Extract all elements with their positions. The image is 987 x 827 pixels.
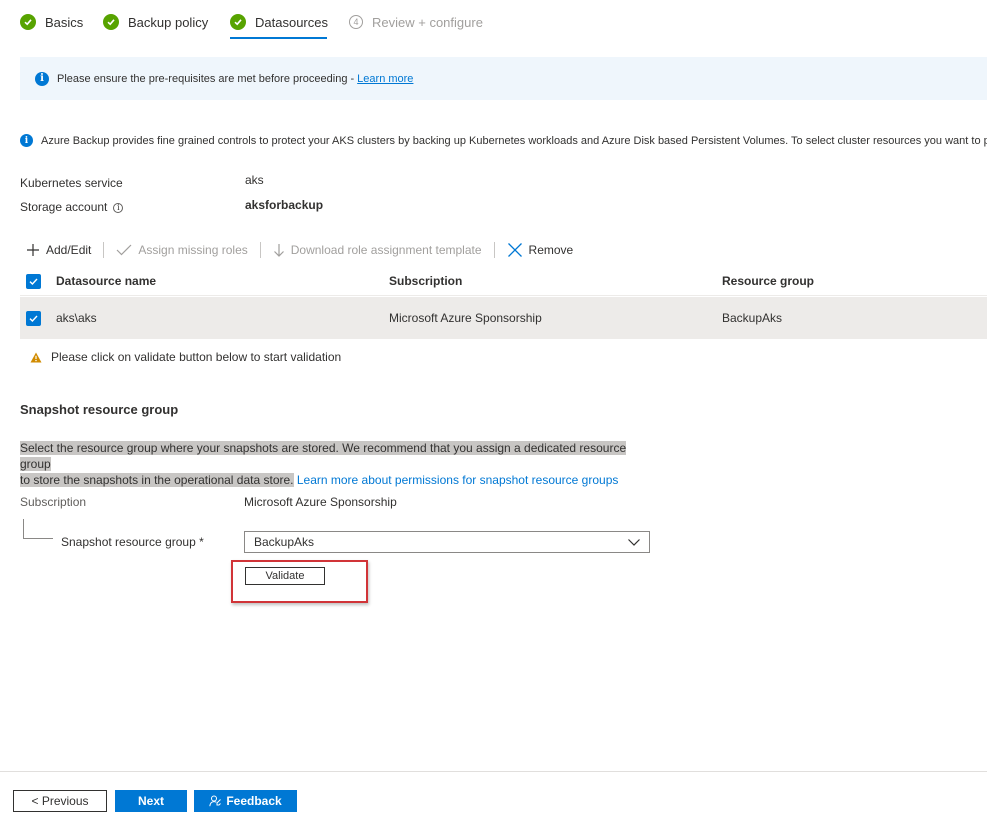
snapshot-rg-label: Snapshot resource group * [61,535,204,549]
info-icon: i [35,71,49,86]
check-circle-icon [20,14,36,30]
aks-info-text: i Azure Backup provides fine grained con… [20,134,987,147]
table-row[interactable]: aks\aks Microsoft Azure Sponsorship Back… [20,297,987,339]
active-step-indicator [230,37,327,39]
info-icon[interactable]: i [113,202,124,213]
banner-text: Please ensure the pre-requisites are met… [57,72,355,85]
section-title: Snapshot resource group [20,402,179,417]
check-circle-icon [103,14,119,30]
step-label: Review + configure [372,14,483,30]
storage-account-value: aksforbackup [245,198,324,212]
tree-connector [23,538,53,539]
column-header-subscription[interactable]: Subscription [389,274,462,288]
remove-label: Remove [528,243,574,257]
toolbar-divider [103,242,105,258]
remove-button[interactable]: Remove [507,242,574,258]
step-basics[interactable]: Basics [20,12,83,32]
select-all-checkbox[interactable] [26,273,41,289]
learn-more-permissions-link[interactable]: Learn more about permissions for snapsho… [297,473,619,487]
validation-warning: Please click on validate button below to… [30,350,341,364]
plus-icon [26,243,40,257]
prerequisite-banner: i Please ensure the pre-requisites are m… [20,57,987,100]
feedback-label: Feedback [226,794,282,808]
warning-icon [30,352,42,363]
download-template-label: Download role assignment template [290,243,482,257]
chevron-down-icon [627,535,641,552]
assign-missing-roles-button[interactable]: Assign missing roles [116,243,248,257]
toolbar-divider [259,242,261,258]
warning-text: Please click on validate button below to… [51,350,342,364]
validate-button[interactable]: Validate [245,567,325,585]
step-label: Basics [45,14,84,30]
datasource-toolbar: Add/Edit Assign missing roles Download r… [26,240,573,260]
step-datasources[interactable]: Datasources [230,12,328,32]
previous-button[interactable]: < Previous [13,790,107,812]
resource-group-cell: BackupAks [722,311,783,325]
check-circle-icon [230,14,246,30]
checkmark-icon [116,243,132,257]
subscription-label: Subscription [20,495,87,509]
column-header-datasource-name[interactable]: Datasource name [56,274,156,288]
step-review-configure: 4 Review + configure [349,12,483,32]
learn-more-link[interactable]: Learn more [357,73,413,85]
storage-account-label: Storage account i [20,200,124,214]
add-edit-label: Add/Edit [46,243,92,257]
description-line: Select the resource group where your sna… [20,441,627,471]
feedback-button[interactable]: Feedback [194,790,297,812]
column-header-resource-group[interactable]: Resource group [722,274,814,288]
step-label: Datasources [255,14,328,30]
info-icon: i [20,134,33,147]
step-number: 4 [349,15,363,29]
dropdown-selected-value: BackupAks [254,535,315,549]
snapshot-resource-group-dropdown[interactable]: BackupAks [244,531,650,553]
snapshot-description: Select the resource group where your sna… [20,440,660,488]
feedback-icon [209,795,222,807]
step-label: Backup policy [128,14,209,30]
footer-divider [0,771,987,772]
arrow-down-icon [273,243,285,257]
subscription-cell: Microsoft Azure Sponsorship [389,311,542,325]
row-checkbox[interactable] [26,310,41,326]
step-backup-policy[interactable]: Backup policy [103,12,208,32]
storage-account-text: Storage account [20,200,108,214]
download-template-button[interactable]: Download role assignment template [273,243,482,257]
kubernetes-service-link[interactable]: aks [245,173,264,187]
datasource-name-cell: aks\aks [56,311,97,325]
assign-roles-label: Assign missing roles [138,243,248,257]
kubernetes-service-label: Kubernetes service [20,176,123,190]
description-line: to store the snapshots in the operationa… [20,473,294,487]
subscription-value: Microsoft Azure Sponsorship [244,495,397,509]
next-button[interactable]: Next [115,790,187,812]
close-icon [507,242,523,258]
add-edit-button[interactable]: Add/Edit [26,243,91,257]
tree-connector [23,519,24,538]
datasource-grid-header: Datasource name Subscription Resource gr… [20,267,987,296]
toolbar-divider [493,242,495,258]
info-text: Azure Backup provides fine grained contr… [41,134,987,147]
